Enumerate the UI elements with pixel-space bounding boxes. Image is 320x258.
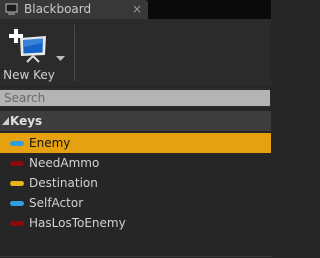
tab-blackboard[interactable]: Blackboard ×: [0, 0, 148, 19]
blackboard-panel: Blackboard × New Key Search Keys Enemy N…: [0, 0, 271, 258]
chevron-down-icon[interactable]: [56, 56, 65, 62]
search-bar: [0, 88, 271, 108]
tab-title: Blackboard: [24, 2, 92, 16]
tab-bar: Blackboard ×: [0, 0, 271, 19]
bool-type-pill-icon: [10, 161, 24, 166]
key-row-enemy[interactable]: Enemy: [0, 133, 271, 153]
new-key-button[interactable]: New Key: [2, 23, 68, 83]
object-type-pill-icon: [10, 201, 24, 206]
key-label: Enemy: [29, 136, 71, 150]
key-label: SelfActor: [29, 196, 84, 210]
key-list: Enemy NeedAmmo Destination SelfActor Has…: [0, 133, 271, 233]
panel-bottom-border: [0, 256, 271, 257]
new-key-monitor-plus-icon: [9, 29, 46, 63]
object-type-pill-icon: [10, 141, 24, 146]
vector-type-pill-icon: [10, 181, 24, 186]
new-key-label: New Key: [3, 68, 55, 82]
toolbar-separator: [74, 25, 75, 81]
key-label: HasLosToEnemy: [29, 216, 126, 230]
key-label: Destination: [29, 176, 98, 190]
key-row-needammo[interactable]: NeedAmmo: [0, 153, 271, 173]
keys-category-label: Keys: [10, 114, 43, 128]
collapse-triangle-icon[interactable]: [2, 117, 9, 125]
key-row-destination[interactable]: Destination: [0, 173, 271, 193]
close-icon[interactable]: ×: [131, 1, 143, 17]
blackboard-tab-icon: [5, 3, 18, 15]
key-row-haslostoenemy[interactable]: HasLosToEnemy: [0, 213, 271, 233]
search-input[interactable]: [0, 90, 270, 106]
toolbar: New Key: [0, 19, 271, 86]
bool-type-pill-icon: [10, 221, 24, 226]
key-row-selfactor[interactable]: SelfActor: [0, 193, 271, 213]
key-label: NeedAmmo: [29, 156, 100, 170]
keys-category-header[interactable]: Keys: [0, 111, 271, 131]
